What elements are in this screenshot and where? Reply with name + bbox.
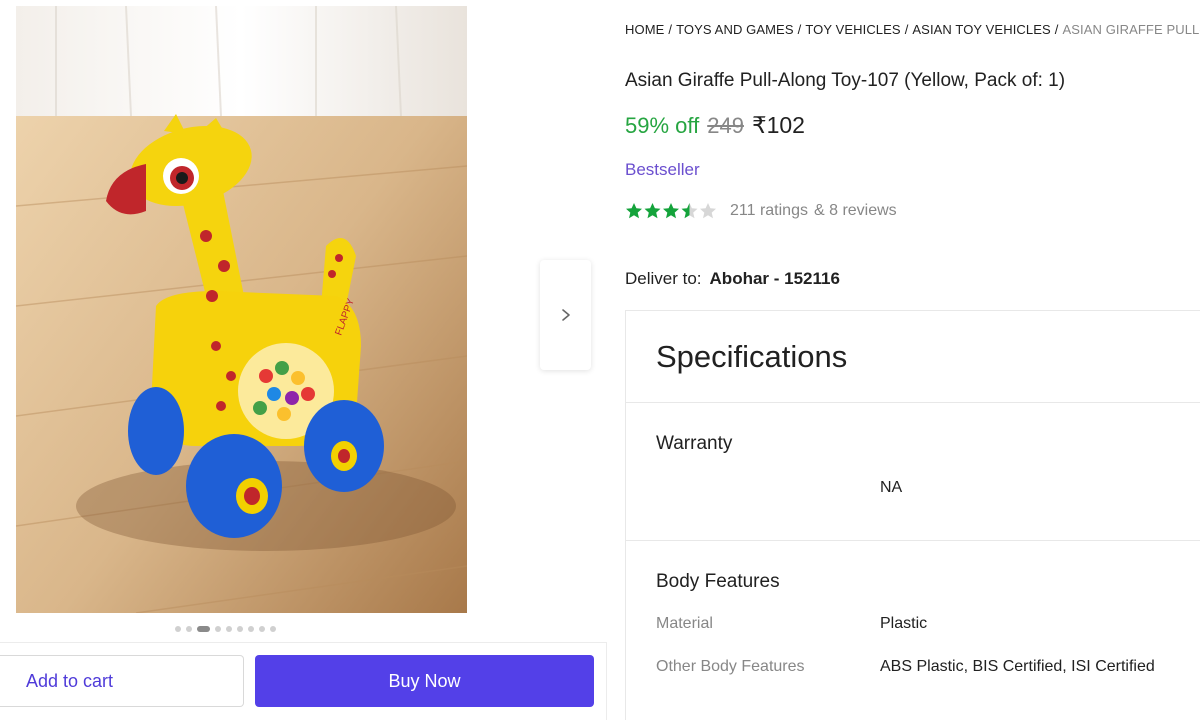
warranty-value: NA [880,479,903,496]
breadcrumb-separator: / [797,22,802,37]
discount-percent: 59% off [625,113,700,138]
carousel-dot[interactable] [215,626,221,632]
star-full-icon [626,203,642,219]
body-features-title: Body Features [656,571,780,592]
star-full-icon [663,203,679,219]
selling-price: ₹102 [751,112,805,138]
delivery-location[interactable]: Deliver to: Abohar - 152116 [625,269,840,289]
carousel-dot[interactable] [270,626,276,632]
delivery-pincode: Abohar - 152116 [709,269,840,288]
spec-value: Plastic [880,615,928,632]
carousel-dot[interactable] [186,626,192,632]
star-full-icon [644,203,661,219]
carousel-dot[interactable] [237,626,243,632]
breadcrumb-item-toy-vehicles[interactable]: TOY VEHICLES [805,22,900,37]
breadcrumb-separator: / [904,22,909,37]
spec-key: Material [656,615,713,632]
rating-row: 211 ratings & 8 reviews [625,202,897,220]
carousel-dot[interactable] [259,626,265,632]
carousel-dot[interactable] [248,626,254,632]
warranty-title: Warranty [656,433,733,454]
breadcrumb-item-asian-toy-vehicles[interactable]: ASIAN TOY VEHICLES [912,22,1050,37]
spec-value: ABS Plastic, BIS Certified, ISI Certifie… [880,658,1155,675]
star-rating [625,202,720,220]
breadcrumb: HOME / TOYS AND GAMES / TOY VEHICLES / ASIAN T… [625,22,1200,37]
breadcrumb-separator: / [668,22,673,37]
reviews-count[interactable]: & 8 reviews [814,202,897,220]
product-title: Asian Giraffe Pull-Along Toy-107 (Yellow… [625,70,1066,91]
ratings-count[interactable]: 211 ratings [730,202,808,220]
carousel-dot[interactable] [226,626,232,632]
breadcrumb-item-toys-and-games[interactable]: TOYS AND GAMES [676,22,793,37]
spec-row-material: Material Plastic [656,615,1200,633]
purchase-action-bar: Add to cart Buy Now [0,642,607,720]
warranty-section: Warranty NA [626,403,1200,541]
carousel-next-button[interactable] [540,260,591,370]
star-rating-icons [626,203,716,219]
carousel-dot-active[interactable] [197,626,210,632]
price-row: 59% off 249 ₹102 [625,112,805,139]
chevron-right-icon [561,309,570,321]
breadcrumb-item-current: ASIAN GIRAFFE PULL-ALO [1062,22,1200,37]
body-features-section: Body Features Material Plastic Other Bod… [626,541,1200,720]
product-page: FLAPPY Add to cart Buy Now HOME / TOYS A… [0,0,1200,720]
star-empty-icon [700,203,716,219]
original-price: 249 [707,113,744,138]
image-carousel-dots [175,626,276,632]
breadcrumb-separator: / [1054,22,1059,37]
carousel-dot[interactable] [175,626,181,632]
specifications-heading: Specifications [626,311,1200,403]
buy-now-button[interactable]: Buy Now [255,655,594,707]
product-image[interactable]: FLAPPY [16,6,467,613]
specifications-panel: Specifications Warranty NA Body Features… [625,310,1200,720]
bestseller-badge: Bestseller [625,160,700,179]
spec-row-other-body-features: Other Body Features ABS Plastic, BIS Cer… [656,658,1200,676]
spec-key: Other Body Features [656,658,805,675]
giraffe-toy-illustration: FLAPPY [16,6,467,613]
star-half-icon [681,203,698,219]
breadcrumb-item-home[interactable]: HOME [625,22,664,37]
deliver-label: Deliver to: [625,269,702,288]
add-to-cart-button[interactable]: Add to cart [0,655,244,707]
